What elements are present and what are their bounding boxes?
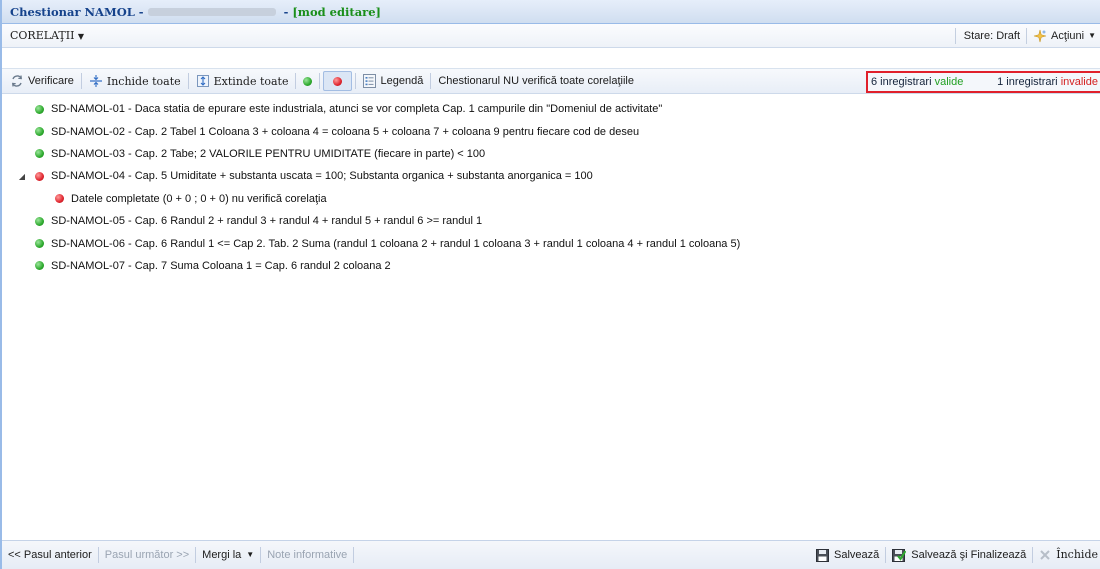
toolbar-separator <box>80 73 82 89</box>
correlation-detail-row[interactable]: Datele completate (0 + 0 ; 0 + 0) nu ver… <box>2 188 1100 210</box>
corelatii-menu[interactable]: CORELAŢII ▼ <box>2 29 84 42</box>
correlation-row[interactable]: SD-NAMOL-03 - Cap. 2 Tabe; 2 VALORILE PE… <box>2 143 1100 165</box>
window-title-bar: Chestionar NAMOL - - [mod editare] <box>2 0 1100 24</box>
edit-mode-indicator: [mod editare] <box>292 4 381 19</box>
green-status-icon <box>35 127 44 137</box>
section-menu-bar: CORELAŢII ▼ Stare: Draft Acţiuni ▼ <box>2 24 1100 48</box>
green-status-icon <box>35 239 44 249</box>
mergi-la-menu[interactable]: Mergi la ▼ <box>196 546 260 564</box>
actiuni-menu-button[interactable]: Acţiuni ▼ <box>1026 27 1100 44</box>
toolbar-separator <box>187 73 189 89</box>
correlation-row-expanded[interactable]: ◢ SD-NAMOL-04 - Cap. 5 Umiditate + subst… <box>2 165 1100 187</box>
pasul-urmator-button[interactable]: Pasul următor >> <box>99 546 195 564</box>
salveaza-button[interactable]: Salvează <box>810 546 885 564</box>
legenda-button[interactable]: Legendă <box>359 71 427 91</box>
invalid-count-number: 1 inregistrari <box>997 76 1058 88</box>
floppy-disk-icon <box>816 548 830 562</box>
legenda-label: Legendă <box>380 75 424 87</box>
window-title: Chestionar NAMOL - <box>10 4 144 19</box>
toolbar-separator <box>355 73 357 89</box>
close-icon <box>1039 549 1051 561</box>
chevron-down-icon: ▼ <box>1088 30 1096 40</box>
verification-status-text: Chestionarul NU verifică toate corelaţii… <box>438 75 634 87</box>
title-separator: - <box>279 4 293 19</box>
corelatii-menu-label: CORELAŢII <box>10 29 75 42</box>
correlation-text: SD-NAMOL-05 - Cap. 6 Randul 2 + randul 3… <box>51 215 483 228</box>
refresh-check-icon <box>10 74 24 88</box>
expand-all-icon <box>196 74 210 88</box>
correlation-text: SD-NAMOL-04 - Cap. 5 Umiditate + substan… <box>51 170 593 183</box>
correlations-tree: SD-NAMOL-01 - Daca statia de epurare est… <box>2 98 1100 277</box>
note-informative-button[interactable]: Note informative <box>261 546 353 564</box>
salveaza-finalizeaza-button[interactable]: Salvează şi Finalizează <box>886 546 1032 564</box>
correlation-detail-text: Datele completate (0 + 0 ; 0 + 0) nu ver… <box>71 192 327 205</box>
correlation-text: SD-NAMOL-03 - Cap. 2 Tabe; 2 VALORILE PE… <box>51 147 486 160</box>
filter-valid-toggle[interactable] <box>299 71 316 91</box>
chevron-down-icon: ▼ <box>246 550 255 559</box>
chevron-down-icon: ▼ <box>77 32 85 41</box>
red-status-icon <box>333 76 343 86</box>
verificare-button[interactable]: Verificare <box>6 71 78 91</box>
filter-invalid-toggle[interactable] <box>323 71 353 91</box>
valid-word: valide <box>934 76 964 88</box>
salveaza-finalizeaza-label: Salvează şi Finalizează <box>911 549 1027 561</box>
green-status-icon <box>35 104 44 114</box>
actiuni-label: Acţiuni <box>1051 29 1085 42</box>
invalid-word: invalide <box>1060 76 1098 88</box>
inchide-label: Închide <box>1056 548 1098 561</box>
green-status-icon <box>35 216 44 226</box>
save-check-icon <box>892 548 907 562</box>
status-label: Stare: Draft <box>954 27 1026 44</box>
red-status-icon <box>35 171 44 181</box>
bottom-separator <box>353 547 355 563</box>
inchide-toate-label: Inchide toate <box>106 74 181 88</box>
collapse-all-icon <box>89 74 103 88</box>
red-status-icon <box>55 194 64 204</box>
actions-sparkle-icon <box>1033 29 1047 43</box>
toolbar-separator <box>295 73 297 89</box>
correlation-text: SD-NAMOL-02 - Cap. 2 Tabel 1 Coloana 3 +… <box>51 125 640 138</box>
redacted-title-segment <box>147 7 276 16</box>
pasul-anterior-button[interactable]: << Pasul anterior <box>2 546 98 564</box>
extinde-toate-button[interactable]: Extinde toate <box>192 71 293 91</box>
expand-triangle-icon[interactable]: ◢ <box>16 172 28 181</box>
verificare-label: Verificare <box>28 75 74 87</box>
inchide-button[interactable]: Închide <box>1033 546 1100 564</box>
correlation-text: SD-NAMOL-07 - Cap. 7 Suma Coloana 1 = Ca… <box>51 259 391 272</box>
green-status-icon <box>303 76 313 86</box>
correlation-row[interactable]: SD-NAMOL-07 - Cap. 7 Suma Coloana 1 = Ca… <box>2 255 1100 277</box>
correlation-row[interactable]: SD-NAMOL-06 - Cap. 6 Randul 1 <= Cap 2. … <box>2 232 1100 254</box>
green-status-icon <box>35 149 44 159</box>
inchide-toate-button[interactable]: Inchide toate <box>85 71 185 91</box>
toolbar-separator <box>430 73 432 89</box>
correlation-text: SD-NAMOL-01 - Daca statia de epurare est… <box>51 103 663 116</box>
correlation-row[interactable]: SD-NAMOL-05 - Cap. 6 Randul 2 + randul 3… <box>2 210 1100 232</box>
legend-list-icon <box>363 74 377 88</box>
extinde-toate-label: Extinde toate <box>213 74 289 88</box>
mergi-la-label: Mergi la <box>202 549 242 561</box>
invalid-records-count: 1 inregistrari invalide <box>997 76 1100 88</box>
valid-count-number: 6 inregistrari <box>871 76 932 88</box>
valid-records-count: 6 inregistrari valide <box>868 76 963 88</box>
bottom-actions: Salvează Salvează şi Finalizează Închide <box>810 546 1100 564</box>
correlation-text: SD-NAMOL-06 - Cap. 6 Randul 1 <= Cap 2. … <box>51 237 741 250</box>
green-status-icon <box>35 261 44 271</box>
correlation-row[interactable]: SD-NAMOL-02 - Cap. 2 Tabel 1 Coloana 3 +… <box>2 120 1100 142</box>
bottom-navigation-bar: << Pasul anterior Pasul următor >> Mergi… <box>2 540 1100 569</box>
correlation-row[interactable]: SD-NAMOL-01 - Daca statia de epurare est… <box>2 98 1100 120</box>
toolbar-separator <box>319 73 321 89</box>
records-count-box: 6 inregistrari valide 1 inregistrari inv… <box>866 71 1100 93</box>
questionnaire-window: Chestionar NAMOL - - [mod editare] COREL… <box>0 0 1100 569</box>
salveaza-label: Salvează <box>834 549 880 561</box>
